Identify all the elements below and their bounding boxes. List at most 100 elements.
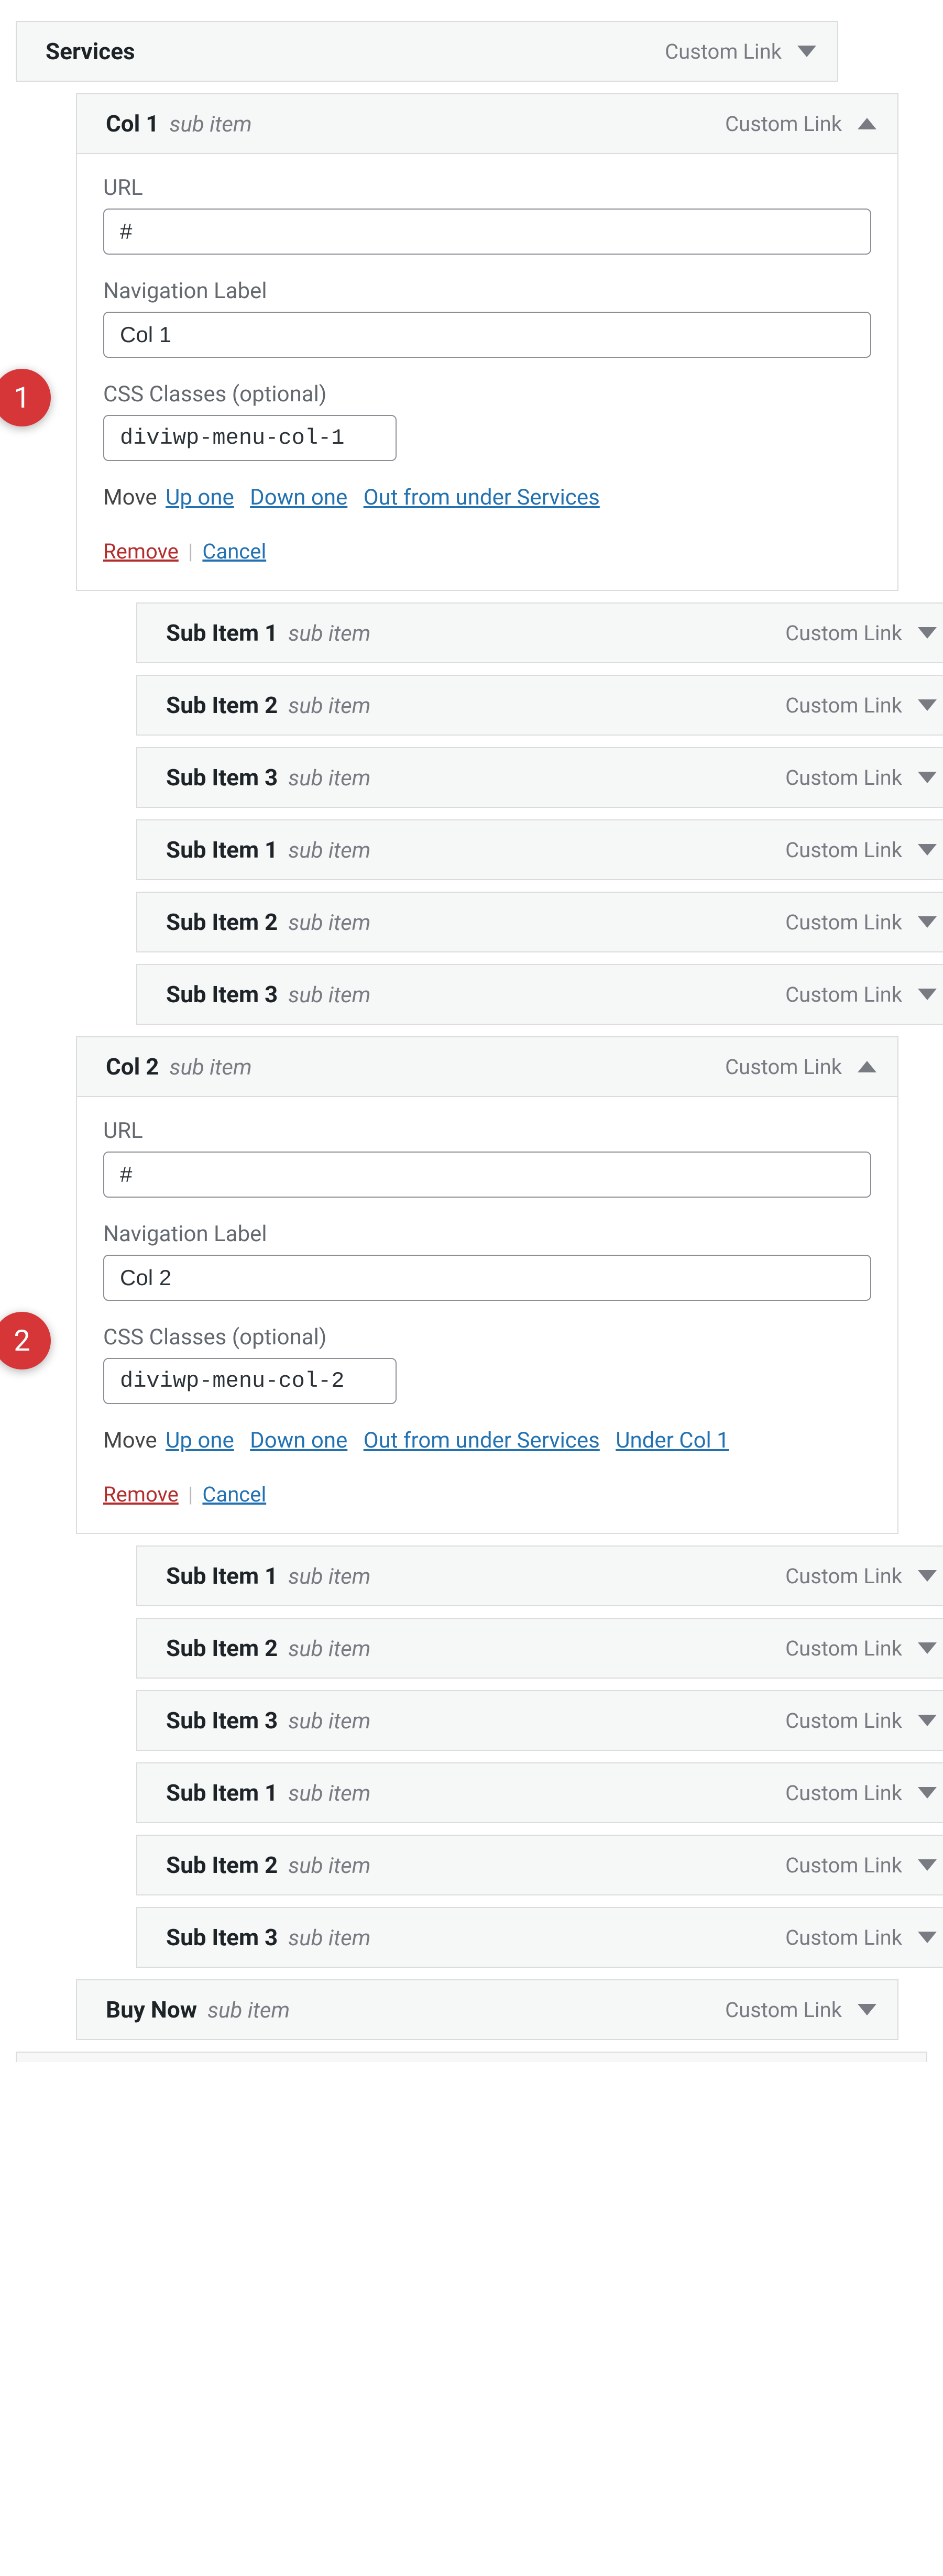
move-links-row: Move Up one Down one Out from under Serv… (103, 485, 871, 510)
menu-item-title: Sub Item 2 (166, 1851, 278, 1879)
chevron-down-icon[interactable] (918, 1859, 937, 1871)
css-classes-input[interactable] (103, 1358, 397, 1404)
menu-sub-item-header[interactable]: Sub Item 1 sub item Custom Link (136, 1762, 943, 1823)
menu-sub-item-header[interactable]: Sub Item 3 sub item Custom Link (136, 1690, 943, 1751)
item-type-label: Custom Link (785, 765, 902, 790)
menu-sub-item-header[interactable]: Sub Item 1 sub item Custom Link (136, 819, 943, 880)
sub-item-label: sub item (288, 1708, 370, 1734)
item-type-label: Custom Link (785, 982, 902, 1007)
menu-item-title: Sub Item 1 (166, 1779, 278, 1806)
chevron-down-icon[interactable] (918, 844, 937, 856)
item-type-label: Custom Link (785, 1564, 902, 1588)
annotation-badge-1: 1 (0, 369, 51, 426)
menu-item-title: Sub Item 2 (166, 1635, 278, 1662)
url-input[interactable] (103, 209, 871, 255)
move-down-one-link[interactable]: Down one (250, 1428, 347, 1453)
move-out-link[interactable]: Out from under Services (364, 485, 600, 510)
menu-sub-item-header[interactable]: Sub Item 1sub itemCustom Link (136, 602, 943, 663)
menu-item-buy-now-header[interactable]: Buy Now sub item Custom Link (76, 1979, 898, 2040)
menu-sub-item-header[interactable]: Sub Item 1sub itemCustom Link (136, 1545, 943, 1606)
remove-link[interactable]: Remove (103, 539, 179, 564)
move-label: Move (103, 485, 157, 510)
menu-item-title: Sub Item 3 (166, 981, 278, 1008)
annotation-badge-2: 2 (0, 1312, 51, 1369)
sub-item-label: sub item (288, 1853, 370, 1879)
sub-item-label: sub item (288, 621, 370, 646)
chevron-down-icon[interactable] (918, 699, 937, 711)
menu-sub-item-header[interactable]: Sub Item 2 sub item Custom Link (136, 1618, 943, 1679)
css-classes-field-label: CSS Classes (optional) (103, 1324, 871, 1350)
item-type-label: Custom Link (785, 838, 902, 862)
move-label: Move (103, 1428, 157, 1453)
move-up-one-link[interactable]: Up one (166, 1428, 234, 1453)
menu-item-col1-header[interactable]: Col 1 sub item Custom Link (76, 93, 898, 154)
sub-item-label: sub item (288, 1781, 370, 1806)
item-type-label: Custom Link (665, 39, 782, 64)
sub-item-label: sub item (288, 1925, 370, 1951)
menu-item-title: Sub Item 3 (166, 1707, 278, 1734)
chevron-down-icon[interactable] (918, 1715, 937, 1726)
chevron-down-icon[interactable] (918, 989, 937, 1000)
item-type-label: Custom Link (725, 1998, 842, 2022)
item-type-label: Custom Link (785, 1781, 902, 1805)
cancel-link[interactable]: Cancel (202, 1482, 266, 1507)
nav-label-field-label: Navigation Label (103, 278, 871, 304)
menu-item-title: Services (46, 38, 135, 65)
partial-next-item (16, 2052, 927, 2062)
nav-label-input[interactable] (103, 312, 871, 358)
menu-item-services-header[interactable]: Services Custom Link (16, 21, 838, 82)
sub-item-label: sub item (288, 910, 370, 936)
menu-item-col1-body: 1 URL Navigation Label CSS Classes (opti… (76, 154, 898, 591)
url-input[interactable] (103, 1152, 871, 1198)
css-classes-input[interactable] (103, 415, 397, 461)
chevron-down-icon[interactable] (918, 1787, 937, 1799)
menu-item-col2-header[interactable]: Col 2 sub item Custom Link (76, 1036, 898, 1097)
move-out-link[interactable]: Out from under Services (364, 1428, 600, 1453)
move-down-one-link[interactable]: Down one (250, 485, 347, 510)
item-type-label: Custom Link (785, 1636, 902, 1661)
chevron-down-icon[interactable] (918, 1932, 937, 1943)
move-under-col1-link[interactable]: Under Col 1 (616, 1428, 729, 1453)
chevron-down-icon[interactable] (918, 1570, 937, 1582)
item-type-label: Custom Link (785, 1708, 902, 1733)
url-field-label: URL (103, 1118, 871, 1144)
sub-item-label: sub item (288, 838, 370, 863)
menu-item-title: Sub Item 1 (166, 1562, 278, 1590)
chevron-down-icon[interactable] (918, 772, 937, 783)
move-links-row: Move Up one Down one Out from under Serv… (103, 1428, 871, 1453)
cancel-link[interactable]: Cancel (202, 539, 266, 564)
chevron-down-icon[interactable] (858, 2004, 876, 2015)
move-up-one-link[interactable]: Up one (166, 485, 234, 510)
chevron-up-icon[interactable] (858, 118, 876, 129)
menu-item-title: Sub Item 3 (166, 1924, 278, 1951)
item-type-label: Custom Link (725, 1055, 842, 1079)
chevron-down-icon[interactable] (918, 916, 937, 928)
chevron-down-icon[interactable] (918, 1642, 937, 1654)
menu-sub-item-header[interactable]: Sub Item 3 sub item Custom Link (136, 747, 943, 808)
menu-sub-item-header[interactable]: Sub Item 3 sub item Custom Link (136, 1907, 943, 1968)
sub-item-label: sub item (169, 112, 251, 137)
chevron-up-icon[interactable] (858, 1061, 876, 1072)
remove-link[interactable]: Remove (103, 1482, 179, 1507)
menu-sub-item-header[interactable]: Sub Item 2sub itemCustom Link (136, 675, 943, 736)
url-field-label: URL (103, 175, 871, 201)
item-type-label: Custom Link (725, 112, 842, 136)
pipe-separator: | (188, 539, 193, 564)
nav-label-input[interactable] (103, 1255, 871, 1301)
menu-sub-item-header[interactable]: Sub Item 2sub itemCustom Link (136, 1835, 943, 1895)
sub-item-label: sub item (288, 1636, 370, 1662)
item-type-label: Custom Link (785, 910, 902, 935)
menu-item-title: Sub Item 1 (166, 619, 278, 646)
chevron-down-icon[interactable] (918, 627, 937, 639)
sub-item-label: sub item (169, 1055, 251, 1080)
sub-item-label: sub item (207, 1998, 290, 2023)
menu-item-title: Sub Item 2 (166, 908, 278, 936)
chevron-down-icon[interactable] (797, 46, 816, 57)
menu-sub-item-header[interactable]: Sub Item 2 sub item Custom Link (136, 892, 943, 952)
menu-item-title: Sub Item 1 (166, 836, 278, 863)
item-type-label: Custom Link (785, 1925, 902, 1950)
menu-item-title: Sub Item 2 (166, 692, 278, 719)
sub-item-label: sub item (288, 765, 370, 791)
menu-item-title: Sub Item 3 (166, 764, 278, 791)
menu-sub-item-header[interactable]: Sub Item 3sub itemCustom Link (136, 964, 943, 1025)
